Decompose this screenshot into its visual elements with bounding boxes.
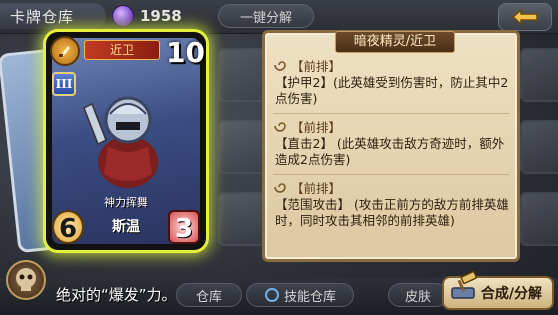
skull-icon — [16, 268, 36, 291]
hero-quote: 绝对的“爆发”力。 — [56, 286, 177, 304]
tab-skill-storage-label: 技能仓库 — [283, 289, 336, 305]
divider — [273, 174, 509, 175]
class-label: 近卫 — [84, 40, 160, 60]
class-emblem-icon — [50, 36, 80, 66]
craft-disenchant-button[interactable]: 合成/分解 — [442, 270, 554, 310]
skill-tab-icon — [264, 288, 279, 302]
back-arrow-icon — [511, 8, 538, 26]
hero-name: 斯温 — [112, 219, 140, 235]
page-title: 卡牌仓库 — [0, 3, 106, 29]
bg-card-slot — [520, 192, 558, 246]
section-text: 【护甲2】(此英雄受到伤害时，防止其中2点伤害) — [275, 75, 509, 106]
hammer-anvil-icon — [451, 270, 478, 299]
top-bar: 卡牌仓库 1958 一键分解 — [0, 0, 558, 34]
card-info-panel: 暗夜精灵/近卫 【前排】 【护甲2】(此英雄受到伤害时，防止其中2点伤害) 【前… — [262, 30, 520, 262]
section-title: 【前排】 — [273, 179, 509, 196]
craft-disenchant-label: 合成/分解 — [480, 286, 542, 302]
hero-avatar[interactable] — [6, 260, 46, 300]
bg-card-slot — [520, 48, 558, 102]
section-title-text: 【前排】 — [291, 180, 342, 196]
back-button[interactable] — [498, 3, 552, 31]
swirl-icon — [274, 122, 286, 132]
tab-skins[interactable]: 皮肤 — [388, 283, 448, 307]
tab-card-storage[interactable]: 仓库 — [176, 283, 242, 307]
bg-card-slot — [520, 120, 558, 174]
divider — [273, 113, 509, 114]
currency-display: 1958 — [112, 4, 182, 28]
tier-badge: III — [52, 72, 76, 96]
section-text: 【直击2】 (此英雄攻击敌方奇迹时，额外造成2点伤害) — [275, 136, 505, 167]
section-title: 【前排】 — [273, 57, 509, 74]
tab-card-storage-label: 仓库 — [195, 289, 222, 305]
hero-card[interactable]: 近卫 10 III 神力挥舞 斯温 6 3 — [46, 32, 206, 250]
swirl-icon — [274, 183, 286, 193]
tab-skins-label: 皮肤 — [404, 289, 431, 305]
section-text: 【范围攻击】 (攻击正前方的敌方前排英雄时，同时攻击其相邻的前排英雄) — [275, 197, 509, 228]
panel-header: 暗夜精灵/近卫 — [335, 31, 455, 53]
tab-skill-storage[interactable]: 技能仓库 — [246, 283, 354, 307]
decompose-all-button[interactable]: 一键分解 — [218, 4, 314, 28]
bg-card-slot — [218, 192, 266, 246]
dust-currency-icon — [112, 5, 134, 27]
section-title: 【前排】 — [273, 118, 509, 135]
currency-value: 1958 — [140, 7, 182, 25]
bg-card-slot — [218, 120, 266, 174]
mana-cost: 10 — [166, 36, 205, 69]
section-title-text: 【前排】 — [291, 58, 342, 74]
hero-figure-illustration — [83, 96, 158, 188]
swirl-icon — [274, 61, 286, 71]
panel-body: 【前排】 【护甲2】(此英雄受到伤害时，防止其中2点伤害) 【前排】 【直击2】… — [273, 57, 509, 235]
skill-name: 神力挥舞 — [104, 196, 148, 209]
health-stat: 3 — [168, 210, 200, 244]
bg-card-slot — [218, 48, 266, 102]
section-title-text: 【前排】 — [291, 119, 342, 135]
attack-stat: 6 — [52, 210, 84, 244]
